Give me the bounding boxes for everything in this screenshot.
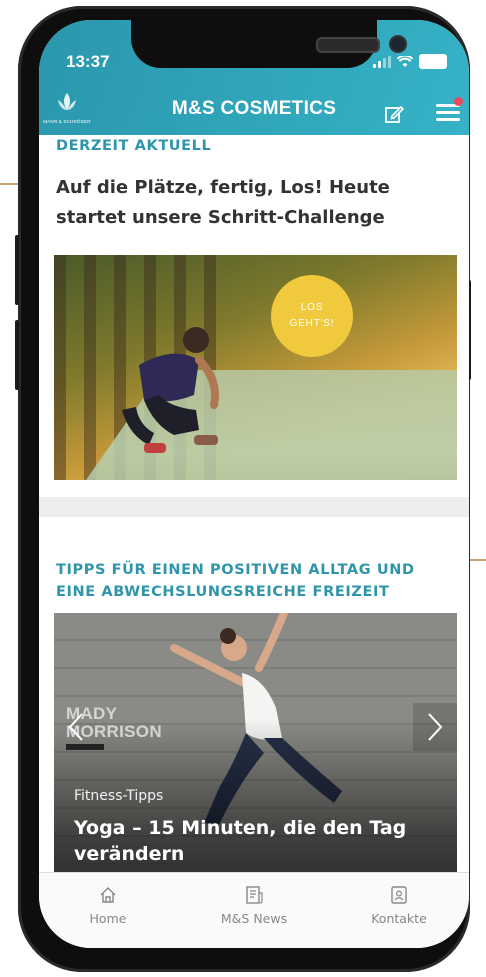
tab-label: Kontakte [371,911,427,926]
lets-go-badge: LOS GEHT'S! [271,275,353,357]
section-divider [39,497,469,517]
tab-news[interactable]: M&S News [199,885,309,926]
notification-dot [454,97,463,106]
section-label-current: DERZEIT AKTUELL [56,138,212,154]
carousel-prev-button[interactable] [54,703,98,751]
side-button [15,235,19,305]
article-category: Fitness-Tipps [74,788,164,804]
yoga-article-card[interactable]: MADY MORRISON Fitness-Tipps Yoga – 15 Mi… [54,613,457,878]
battery-icon [419,54,447,69]
news-icon [246,886,263,904]
side-button [15,320,19,390]
app-title: M&S COSMETICS [171,98,337,119]
app-header: 13:37 MANN & SCHRÖDER M&S COSMETICS [39,20,469,135]
home-icon [100,887,116,903]
front-camera [389,35,407,53]
tab-home[interactable]: Home [53,885,163,926]
chevron-left-icon [68,713,83,741]
speaker-grille [316,37,380,53]
contacts-icon [391,886,407,904]
app-screen: 13:37 MANN & SCHRÖDER M&S COSMETICS DERZ… [39,20,469,948]
tab-contacts[interactable]: Kontakte [344,885,454,926]
chevron-right-icon [428,713,443,741]
tab-label: M&S News [220,911,288,926]
tab-label: Home [89,911,127,926]
article-headline[interactable]: Auf die Plätze, fertig, Los! Heute start… [56,173,426,233]
bottom-tab-bar: Home M&S News Kontakte [39,872,469,948]
runner-figure [122,327,219,453]
wifi-icon [397,55,413,67]
signal-icon [373,55,391,68]
device-notch [131,20,407,68]
edit-icon[interactable] [384,104,404,124]
carousel-next-button[interactable] [413,703,457,751]
challenge-hero-image[interactable]: LOS GEHT'S! [54,255,457,480]
section-label-tips: TIPPS FÜR EINEN POSITIVEN ALLTAG UND EIN… [56,562,415,600]
menu-icon[interactable] [436,97,463,122]
article-title[interactable]: Yoga – 15 Minuten, die den Tag verändern [74,815,444,867]
status-icons [373,54,447,69]
status-time: 13:37 [66,52,110,71]
